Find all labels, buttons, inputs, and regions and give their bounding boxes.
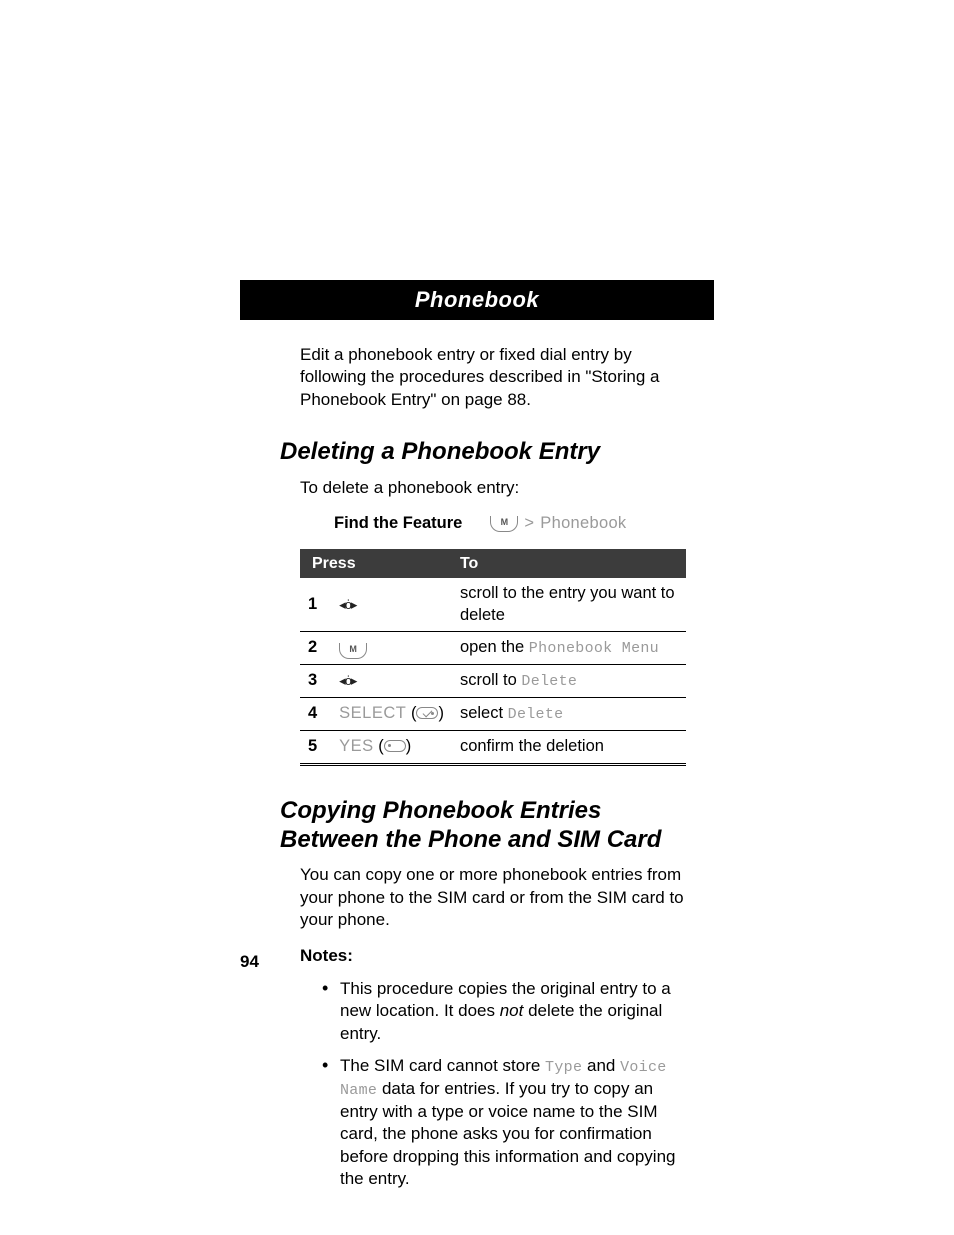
- nav-key-icon: ◂ȯ▸: [339, 674, 356, 687]
- to-text: open the: [460, 638, 529, 656]
- page-title: Phonebook: [415, 287, 539, 313]
- notes-label: Notes:: [300, 945, 686, 967]
- press-cell: 2 M: [300, 632, 452, 665]
- table-row: 2 Mopen the Phonebook Menu: [300, 632, 686, 665]
- heading-deleting: Deleting a Phonebook Entry: [280, 437, 686, 466]
- to-cell: confirm the deletion: [452, 730, 686, 764]
- menu-key-icon: M: [339, 643, 367, 659]
- left-softkey-icon: [384, 740, 406, 752]
- step-number: 2: [308, 637, 330, 659]
- find-the-feature-row: Find the Feature M > Phonebook: [334, 513, 686, 535]
- col-to: To: [452, 549, 686, 578]
- phonebook-menu-name: Phonebook: [540, 513, 626, 535]
- copy-lead: You can copy one or more phonebook entri…: [300, 864, 686, 931]
- notes-list: This procedure copies the original entry…: [300, 978, 686, 1191]
- find-the-feature-value: M > Phonebook: [490, 513, 626, 535]
- list-item: The SIM card cannot store Type and Voice…: [322, 1055, 686, 1190]
- page-number: 94: [240, 952, 259, 972]
- gt-symbol: >: [524, 513, 534, 535]
- to-keyword: Delete: [521, 673, 577, 690]
- page-title-bar: Phonebook: [240, 280, 714, 320]
- list-item: This procedure copies the original entry…: [322, 978, 686, 1045]
- to-text: scroll to the entry you want to delete: [460, 584, 675, 624]
- content-area: Edit a phonebook entry or fixed dial ent…: [300, 344, 686, 1191]
- delete-lead: To delete a phonebook entry:: [300, 477, 686, 499]
- note-text: and: [582, 1056, 620, 1075]
- col-press: Press: [300, 549, 452, 578]
- to-cell: open the Phonebook Menu: [452, 632, 686, 665]
- table-row: 4 SELECT ()select Delete: [300, 698, 686, 731]
- right-softkey-icon: [416, 707, 438, 719]
- step-number: 5: [308, 736, 330, 758]
- intro-paragraph: Edit a phonebook entry or fixed dial ent…: [300, 344, 686, 411]
- to-cell: select Delete: [452, 698, 686, 731]
- menu-key-icon: M: [490, 516, 518, 532]
- softkey-label: SELECT: [339, 704, 406, 722]
- table-row: 5 YES () confirm the deletion: [300, 730, 686, 764]
- nav-key-icon: ◂ȯ▸: [339, 598, 356, 611]
- note-text: The SIM card cannot store: [340, 1056, 545, 1075]
- press-cell: 5 YES (): [300, 730, 452, 764]
- note-ital: not: [500, 1001, 524, 1020]
- step-number: 4: [308, 703, 330, 725]
- press-cell: 3 ◂ȯ▸: [300, 665, 452, 698]
- to-text: confirm the deletion: [460, 737, 604, 755]
- to-text: scroll to: [460, 671, 521, 689]
- steps-table: Press To 1 ◂ȯ▸scroll to the entry you wa…: [300, 549, 686, 766]
- to-keyword: Delete: [508, 706, 564, 723]
- find-the-feature-label: Find the Feature: [334, 513, 462, 535]
- step-number: 3: [308, 670, 330, 692]
- note-text: data for entries. If you try to copy an …: [340, 1079, 676, 1188]
- step-number: 1: [308, 594, 330, 616]
- table-row: 1 ◂ȯ▸scroll to the entry you want to del…: [300, 578, 686, 632]
- to-cell: scroll to Delete: [452, 665, 686, 698]
- heading-copying: Copying Phonebook Entries Between the Ph…: [280, 796, 686, 855]
- table-row: 3 ◂ȯ▸scroll to Delete: [300, 665, 686, 698]
- to-keyword: Phonebook Menu: [529, 640, 659, 657]
- to-text: select: [460, 704, 508, 722]
- press-cell: 1 ◂ȯ▸: [300, 578, 452, 632]
- table-header-row: Press To: [300, 549, 686, 578]
- page: Phonebook Edit a phonebook entry or fixe…: [0, 0, 954, 1235]
- note-mono: Type: [545, 1059, 582, 1076]
- softkey-label: YES: [339, 737, 374, 755]
- press-cell: 4 SELECT (): [300, 698, 452, 731]
- to-cell: scroll to the entry you want to delete: [452, 578, 686, 632]
